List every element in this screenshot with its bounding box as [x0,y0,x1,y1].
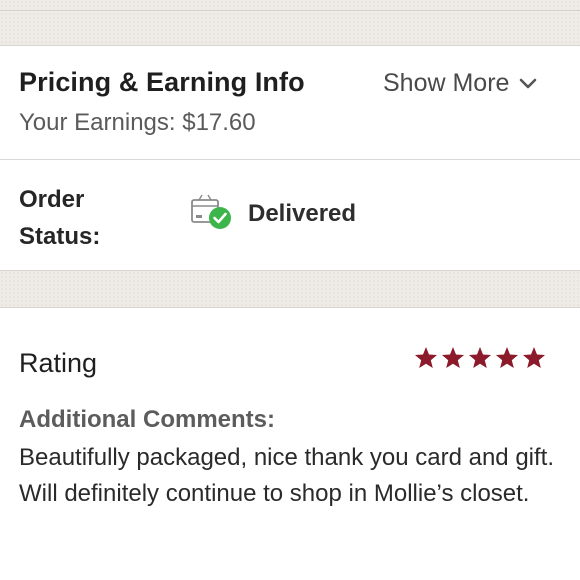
chevron-down-icon [520,78,537,88]
order-status-section: Order Status: Delivered [0,161,580,270]
pricing-title: Pricing & Earning Info [19,67,305,97]
star-icon [523,347,545,368]
star-icon [415,347,437,368]
order-status-value: Delivered [248,200,357,227]
package-delivered-icon [191,194,231,229]
your-earnings: Your Earnings: $17.60 [19,109,256,136]
star-icon [469,347,491,368]
pricing-section: Pricing & Earning Info Show More Your Ea… [0,47,580,160]
order-status-label: Order Status: [19,186,101,250]
top-divider-band [0,0,580,46]
star-icon [442,347,464,368]
rating-title: Rating [19,348,98,378]
rating-section: Rating Additional Comments: Beautifully … [0,309,580,580]
star-rating [414,346,546,369]
additional-comments-text: Beautifully packaged, nice thank you car… [19,444,555,507]
show-more-label: Show More [383,69,510,97]
star-icon [496,347,518,368]
show-more-button[interactable]: Show More [383,69,537,98]
middle-divider-band [0,270,580,308]
additional-comments-label: Additional Comments: [19,406,275,433]
